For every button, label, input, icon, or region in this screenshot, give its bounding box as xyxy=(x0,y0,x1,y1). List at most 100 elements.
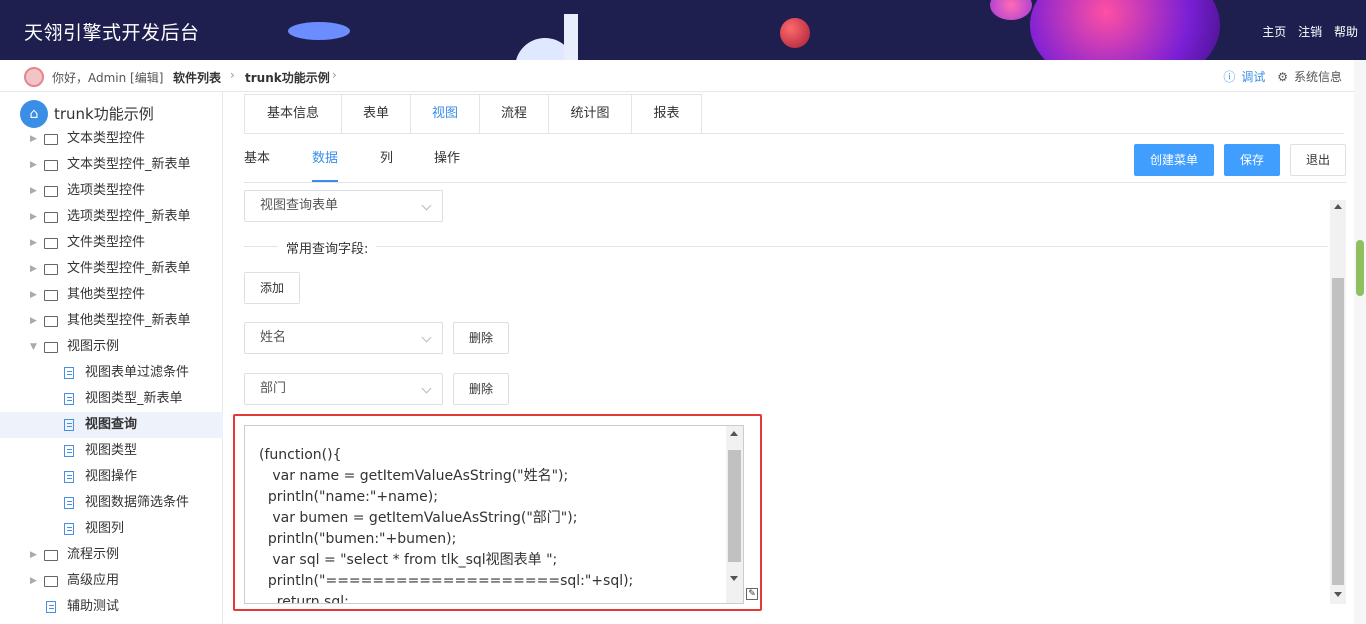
sidebar-item-other-controls-new[interactable]: ▶ 其他类型控件_新表单 xyxy=(0,308,223,334)
sidebar-item-flow-examples[interactable]: ▶ 流程示例 xyxy=(0,542,223,568)
folder-icon xyxy=(44,264,58,275)
debug-link[interactable]: 调试 xyxy=(1241,70,1265,84)
scroll-down-icon[interactable] xyxy=(1334,592,1342,597)
code-line: println("name:"+name); xyxy=(259,489,438,505)
field-select-value: 部门 xyxy=(260,381,287,396)
code-line: var name = getItemValueAsString("姓名"); xyxy=(259,468,569,484)
document-icon xyxy=(64,367,74,379)
subtab-data[interactable]: 数据 xyxy=(312,138,339,182)
tabs-divider xyxy=(244,133,1344,134)
query-form-select[interactable]: 视图查询表单 xyxy=(244,190,443,222)
sidebar-item-file-controls[interactable]: ▶ 文件类型控件 xyxy=(0,230,223,256)
document-icon xyxy=(46,601,56,613)
sidebar-item-label: 文件类型控件 xyxy=(67,235,146,250)
subtab-basic[interactable]: 基本 xyxy=(244,138,270,182)
sidebar-item-label: 其他类型控件 xyxy=(67,287,146,302)
sidebar-item-view-actions[interactable]: 视图操作 xyxy=(0,464,223,490)
avatar xyxy=(24,67,44,87)
script-code: (function(){ var name = getItemValueAsSt… xyxy=(259,426,634,604)
sidebar-item-option-controls[interactable]: ▶ 选项类型控件 xyxy=(0,178,223,204)
textarea-scrollbar[interactable] xyxy=(726,426,743,603)
sidebar-item-label: 视图列 xyxy=(85,521,125,536)
sidebar-item-label: 文本类型控件 xyxy=(67,131,146,146)
chevron-right-icon: › xyxy=(332,68,337,82)
add-button[interactable]: 添加 xyxy=(244,272,300,304)
delete-button[interactable]: 删除 xyxy=(453,373,509,405)
tab-view[interactable]: 视图 xyxy=(411,95,480,134)
section-divider xyxy=(244,246,1328,247)
breadcrumb-trunk[interactable]: trunk功能示例 xyxy=(245,69,330,86)
sidebar-item-other-controls[interactable]: ▶ 其他类型控件 xyxy=(0,282,223,308)
top-header: 天翎引擎式开发后台 主页 注销 帮助 xyxy=(0,0,1366,60)
tab-chart[interactable]: 统计图 xyxy=(549,95,632,134)
create-menu-button[interactable]: 创建菜单 xyxy=(1134,144,1214,176)
sidebar-item-label: 视图示例 xyxy=(67,339,120,354)
sidebar-item-aux-test[interactable]: 辅助测试 xyxy=(0,594,223,620)
field-select-name[interactable]: 姓名 xyxy=(244,322,443,354)
tab-basic-info[interactable]: 基本信息 xyxy=(245,95,342,134)
sidebar-item-view-type[interactable]: 视图类型 xyxy=(0,438,223,464)
code-line: (function(){ xyxy=(259,447,342,463)
app-title: 天翎引擎式开发后台 xyxy=(24,22,200,44)
scroll-up-icon[interactable] xyxy=(1334,204,1342,209)
scroll-down-icon[interactable] xyxy=(730,576,738,581)
subtab-columns[interactable]: 列 xyxy=(380,138,393,182)
moon-decoration xyxy=(780,18,810,48)
caret-right-icon: ▶ xyxy=(30,238,37,248)
caret-right-icon: ▶ xyxy=(30,290,37,300)
system-info-link[interactable]: 系统信息 xyxy=(1294,70,1342,84)
code-line: println("====================sql:"+sql); xyxy=(259,573,634,589)
sidebar-item-view-columns[interactable]: 视图列 xyxy=(0,516,223,542)
page-scrollbar[interactable] xyxy=(1354,60,1366,624)
script-textarea[interactable]: (function(){ var name = getItemValueAsSt… xyxy=(244,425,744,604)
field-select-value: 姓名 xyxy=(260,330,287,345)
sidebar-item-view-examples[interactable]: ▼ 视图示例 xyxy=(0,334,223,360)
subtab-actions[interactable]: 操作 xyxy=(434,138,460,182)
top-tabs: 基本信息 表单 视图 流程 统计图 报表 xyxy=(244,94,702,134)
sidebar-item-view-data-filter[interactable]: 视图数据筛选条件 xyxy=(0,490,223,516)
scrollbar-thumb[interactable] xyxy=(728,450,741,562)
sidebar-item-label: 视图表单过滤条件 xyxy=(85,365,190,380)
sidebar-item-view-type-new[interactable]: 视图类型_新表单 xyxy=(0,386,223,412)
content-scrollbar[interactable] xyxy=(1330,200,1346,604)
field-select-dept[interactable]: 部门 xyxy=(244,373,443,405)
chevron-right-icon: › xyxy=(230,68,235,82)
sidebar-item-label: 文本类型控件_新表单 xyxy=(67,157,191,172)
subtabs-divider xyxy=(244,182,1346,183)
sidebar-item-label: 辅助测试 xyxy=(67,599,120,614)
user-greeting[interactable]: 你好，Admin [编辑] xyxy=(52,69,163,86)
help-link[interactable]: 帮助 xyxy=(1334,25,1358,39)
sidebar-item-advanced[interactable]: ▶ 高级应用 xyxy=(0,568,223,594)
save-button[interactable]: 保存 xyxy=(1224,144,1280,176)
code-line: return sql; xyxy=(259,594,349,604)
scroll-up-icon[interactable] xyxy=(730,431,738,436)
sidebar-item-file-controls-new[interactable]: ▶ 文件类型控件_新表单 xyxy=(0,256,223,282)
edit-icon[interactable]: ✎ xyxy=(746,588,758,600)
sidebar-item-text-controls[interactable]: ▶ 文本类型控件 xyxy=(0,126,223,152)
exit-button[interactable]: 退出 xyxy=(1290,144,1346,176)
sidebar-item-text-controls-new[interactable]: ▶ 文本类型控件_新表单 xyxy=(0,152,223,178)
caret-right-icon: ▶ xyxy=(30,160,37,170)
caret-right-icon: ▶ xyxy=(30,212,37,222)
caret-right-icon: ▶ xyxy=(30,264,37,274)
breadcrumb-software-list[interactable]: 软件列表 xyxy=(173,69,221,86)
tab-report[interactable]: 报表 xyxy=(632,95,701,134)
sidebar-item-view-form-filter[interactable]: 视图表单过滤条件 xyxy=(0,360,223,386)
query-form-value: 视图查询表单 xyxy=(260,198,339,213)
folder-icon xyxy=(44,212,58,223)
document-icon xyxy=(64,497,74,509)
caret-right-icon: ▶ xyxy=(30,576,37,586)
logout-link[interactable]: 注销 xyxy=(1298,25,1322,39)
home-link[interactable]: 主页 xyxy=(1262,25,1286,39)
folder-icon xyxy=(44,160,58,171)
code-line: println("bumen:"+bumen); xyxy=(259,531,457,547)
scrollbar-thumb[interactable] xyxy=(1332,278,1344,585)
tab-flow[interactable]: 流程 xyxy=(480,95,549,134)
sidebar-item-option-controls-new[interactable]: ▶ 选项类型控件_新表单 xyxy=(0,204,223,230)
sidebar: ⌂ trunk功能示例 ▶ 文本类型控件 ▶ 文本类型控件_新表单 ▶ 选项类型… xyxy=(0,92,223,624)
tab-form[interactable]: 表单 xyxy=(342,95,411,134)
delete-button[interactable]: 删除 xyxy=(453,322,509,354)
scrollbar-thumb[interactable] xyxy=(1356,240,1364,296)
folder-icon xyxy=(44,134,58,145)
sidebar-item-view-query[interactable]: 视图查询 xyxy=(0,412,223,438)
